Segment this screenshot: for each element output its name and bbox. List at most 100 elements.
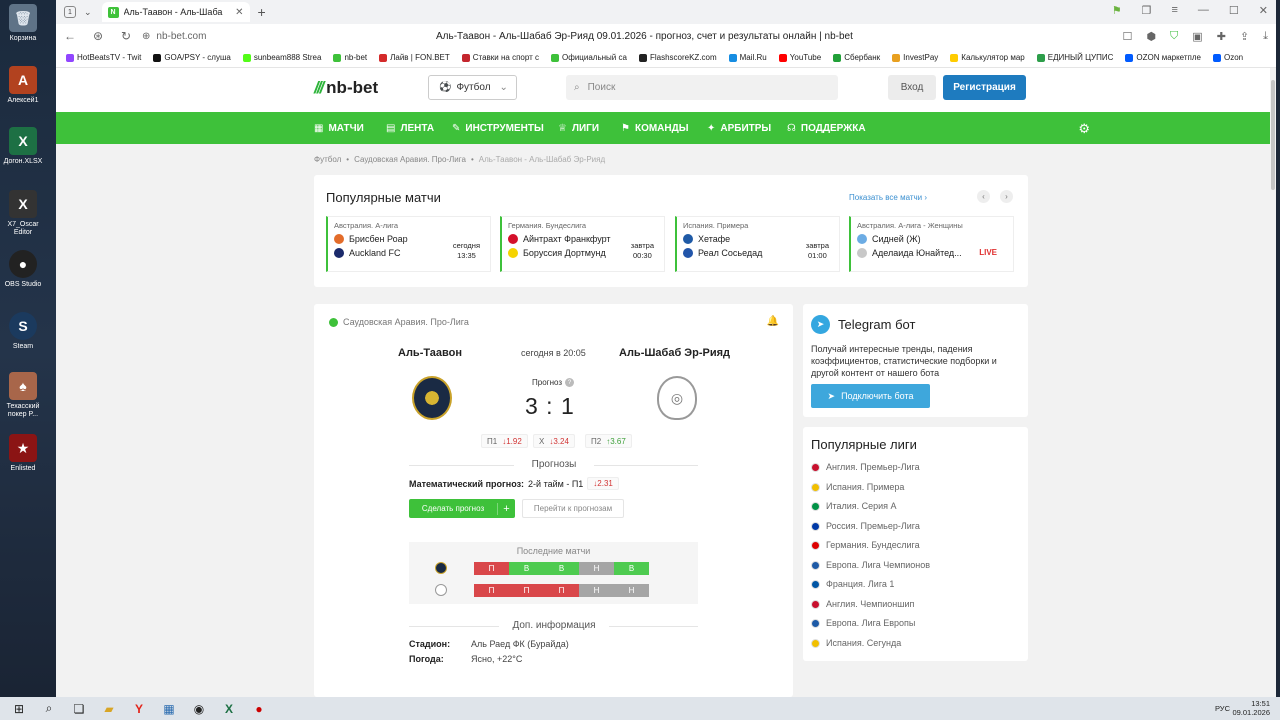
odd-x[interactable]: X ↓3.24 bbox=[533, 434, 575, 448]
scrollbar-thumb[interactable] bbox=[1271, 80, 1275, 190]
puzzle-icon[interactable]: ✚ bbox=[1217, 30, 1226, 43]
steam-taskbar-icon[interactable]: ◉ bbox=[184, 702, 214, 716]
shield-icon[interactable]: ⛉ bbox=[1170, 30, 1178, 43]
chevron-down-icon[interactable]: ⌄ bbox=[84, 7, 92, 18]
league-item[interactable]: Европа. Лига Европы bbox=[811, 618, 915, 628]
desktop-icon-enlisted[interactable]: ★ Enlisted bbox=[0, 434, 46, 473]
form-result[interactable]: В bbox=[544, 562, 579, 575]
form-result[interactable]: П bbox=[509, 584, 544, 597]
desktop-icon-recycle-bin[interactable]: 🗑 Корзина bbox=[0, 4, 46, 43]
home-team-crest-icon[interactable] bbox=[412, 376, 452, 420]
form-result[interactable]: П bbox=[544, 584, 579, 597]
league-item[interactable]: Германия. Бундеслига bbox=[811, 540, 920, 550]
tab-count-button[interactable]: 1 bbox=[64, 6, 76, 18]
home-team-name[interactable]: Аль-Таавон bbox=[398, 347, 462, 359]
bookmark-flag-icon[interactable]: ⚑ bbox=[1112, 4, 1122, 17]
form-result[interactable]: П bbox=[474, 562, 509, 575]
file-explorer-icon[interactable]: ▰ bbox=[94, 702, 124, 716]
chevron-right-icon[interactable]: › bbox=[1000, 190, 1013, 203]
league-item[interactable]: Испания. Сегунда bbox=[811, 638, 901, 648]
popular-match-item[interactable]: Германия. Бундеслига Айнтрахт Франкфурт … bbox=[500, 216, 665, 272]
url-field[interactable]: ⊕ nb-bet.com bbox=[142, 31, 342, 42]
login-button[interactable]: Вход bbox=[888, 75, 936, 100]
extension-icon[interactable]: ⬢ bbox=[1146, 30, 1156, 43]
protect-icon[interactable]: ⊛ bbox=[84, 29, 112, 43]
site-info-icon[interactable]: ⊕ bbox=[142, 31, 150, 42]
download-icon[interactable]: ⤓ bbox=[1263, 30, 1268, 43]
bookmark-item[interactable]: Калькулятор мар bbox=[950, 53, 1025, 62]
nav-item-feed[interactable]: ▤ ЛЕНТА bbox=[386, 112, 434, 144]
league-item[interactable]: Европа. Лига Чемпионов bbox=[811, 560, 930, 570]
site-logo[interactable]: /// nb-bet bbox=[314, 78, 378, 98]
make-forecast-button[interactable]: Сделать прогноз + bbox=[409, 499, 515, 518]
bookmark-item[interactable]: Mail.Ru bbox=[728, 53, 767, 62]
collections-icon[interactable]: ❐ bbox=[1142, 4, 1152, 17]
register-button[interactable]: Регистрация bbox=[943, 75, 1026, 100]
popular-match-item[interactable]: Австралия. А-лига Брисбен Роар Auckland … bbox=[326, 216, 491, 272]
bookmark-item[interactable]: Официальный са bbox=[551, 53, 627, 62]
league-item[interactable]: Франция. Лига 1 bbox=[811, 579, 894, 589]
chevron-left-icon[interactable]: ‹ bbox=[977, 190, 990, 203]
goto-forecasts-button[interactable]: Перейти к прогнозам bbox=[522, 499, 624, 518]
bell-icon[interactable]: 🔔 bbox=[767, 316, 779, 327]
away-team-crest-icon[interactable]: ◎ bbox=[657, 376, 697, 420]
search-input[interactable]: ⌕ Поиск bbox=[566, 75, 838, 100]
bookmark-item[interactable]: Ozon bbox=[1212, 53, 1243, 62]
nav-item-leagues[interactable]: ♕ ЛИГИ bbox=[558, 112, 599, 144]
desktop-icon-obs[interactable]: ● OBS Studio bbox=[0, 250, 46, 289]
desktop-icon-dogon-xlsx[interactable]: X Догон.XLSX bbox=[0, 127, 46, 166]
bookmark-item[interactable]: YouTube bbox=[778, 53, 821, 62]
task-view-icon[interactable]: ❏ bbox=[64, 702, 94, 716]
desktop-icon-x7-oscar[interactable]: X X7_Oscar Editor bbox=[0, 190, 46, 237]
yandex-browser-icon[interactable]: Y bbox=[124, 702, 154, 716]
share-icon[interactable]: ⇪ bbox=[1240, 30, 1249, 43]
odd-p1[interactable]: П1 ↓1.92 bbox=[481, 434, 528, 448]
form-result[interactable]: Н bbox=[579, 584, 614, 597]
breadcrumb-item[interactable]: Саудовская Аравия. Про-Лига bbox=[354, 155, 466, 164]
search-icon[interactable]: ⌕ bbox=[34, 701, 64, 716]
calculator-icon[interactable]: ▦ bbox=[154, 702, 184, 716]
form-result[interactable]: В bbox=[614, 562, 649, 575]
windows-start-icon[interactable]: ⊞ bbox=[4, 702, 34, 716]
excel-icon[interactable]: X bbox=[214, 702, 244, 716]
league-item[interactable]: Англия. Премьер-Лига bbox=[811, 462, 920, 472]
bookmark-item[interactable]: nb-bet bbox=[333, 53, 367, 62]
tv-icon[interactable]: ▣ bbox=[1192, 30, 1202, 43]
new-tab-button[interactable]: + bbox=[258, 4, 266, 20]
bookmark-item[interactable]: FlashscoreKZ.com bbox=[638, 53, 717, 62]
desktop-icon-steam[interactable]: S Steam bbox=[0, 312, 46, 351]
clock[interactable]: 13:51 09.01.2026 bbox=[1232, 699, 1270, 717]
form-result[interactable]: П bbox=[474, 584, 509, 597]
bookmark-item[interactable]: OZON маркетпле bbox=[1125, 53, 1201, 62]
maximize-icon[interactable]: ☐ bbox=[1229, 4, 1239, 17]
browser-tab-active[interactable]: N Аль-Таавон - Аль-Шаба ✕ bbox=[101, 2, 250, 22]
form-result[interactable]: Н bbox=[614, 584, 649, 597]
reload-icon[interactable]: ↻ bbox=[112, 29, 140, 43]
bookmark-item[interactable]: Лайв | FON.BET bbox=[379, 53, 450, 62]
sport-select[interactable]: ⚽ Футбол ⌄ bbox=[428, 75, 517, 100]
form-result[interactable]: Н bbox=[579, 562, 614, 575]
back-icon[interactable]: ← bbox=[56, 29, 84, 43]
nav-item-tools[interactable]: ✎ ИНСТРУМЕНТЫ bbox=[452, 112, 544, 144]
bookmark-item[interactable]: Ставки на спорт с bbox=[461, 53, 539, 62]
show-all-matches-link[interactable]: Показать все матчи › bbox=[849, 193, 927, 202]
breadcrumb-item[interactable]: Футбол bbox=[314, 155, 341, 164]
language-indicator[interactable]: РУС bbox=[1215, 704, 1230, 713]
nav-item-referees[interactable]: ✦ АРБИТРЫ bbox=[707, 112, 771, 144]
popular-match-item[interactable]: Испания. Примера Хетафе Реал Сосьедад за… bbox=[675, 216, 840, 272]
league-item[interactable]: Англия. Чемпионшип bbox=[811, 599, 914, 609]
form-result[interactable]: В bbox=[509, 562, 544, 575]
popular-match-item[interactable]: Австралия. А-лига - Женщины Сидней (Ж) А… bbox=[849, 216, 1014, 272]
desktop-icon-poker[interactable]: ♠ Техасский покер P... bbox=[0, 372, 46, 419]
app-icon[interactable]: ● bbox=[244, 702, 274, 716]
nav-item-support[interactable]: ☊ ПОДДЕРЖКА bbox=[787, 112, 866, 144]
odd-p2[interactable]: П2 ↑3.67 bbox=[585, 434, 632, 448]
bookmark-item[interactable]: HotBeatsTV - Twit bbox=[66, 53, 141, 62]
league-item[interactable]: Испания. Примера bbox=[811, 482, 904, 492]
connect-bot-button[interactable]: ➤ Подключить бота bbox=[811, 384, 930, 408]
page-scrollbar[interactable] bbox=[1270, 68, 1276, 697]
nav-item-teams[interactable]: ⚑ КОМАНДЫ bbox=[621, 112, 689, 144]
bookmark-item[interactable]: Сбербанк bbox=[833, 53, 880, 62]
close-window-icon[interactable]: ✕ bbox=[1259, 4, 1268, 17]
bookmark-item[interactable]: ЕДИНЫЙ ЦУПИС bbox=[1036, 53, 1113, 62]
